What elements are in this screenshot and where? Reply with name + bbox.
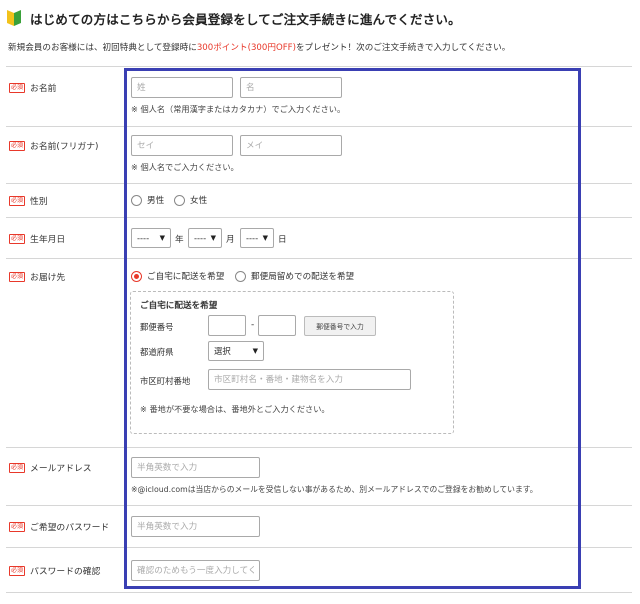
last-name-kana-input[interactable]: [131, 135, 233, 156]
point-highlight: 300ポイント(300円OFF): [196, 43, 296, 53]
delivery-home-radio[interactable]: ご自宅に配送を希望: [131, 270, 224, 282]
label-gender: 必須 性別: [9, 195, 48, 207]
row-divider: [6, 258, 632, 259]
prefecture-select[interactable]: 選択 ▼: [208, 341, 264, 361]
city-address-input[interactable]: [208, 369, 411, 390]
email-input[interactable]: [131, 457, 260, 478]
required-badge: 必須: [9, 271, 26, 282]
radio-circle[interactable]: [235, 270, 246, 282]
row-divider: [6, 505, 632, 506]
label-password: 必須 ご希望のパスワード: [9, 521, 110, 533]
row-divider: [6, 547, 632, 548]
required-badge: 必須: [9, 233, 26, 244]
page-title: はじめての方はこちらから会員登録をしてご注文手続きに進んでください。: [30, 11, 461, 27]
delivery-post-office-radio[interactable]: 郵便局留めでの配送を希望: [235, 270, 354, 282]
postal-code-first-input[interactable]: [208, 315, 246, 336]
furigana-note: ※ 個人名でご入力ください。: [131, 162, 239, 172]
required-badge: 必須: [9, 521, 26, 532]
required-badge: 必須: [9, 462, 26, 473]
email-note: ※@icloud.comは当店からのメールを受信しない事があるため、別メールアド…: [131, 485, 538, 494]
postal-code-second-input[interactable]: [258, 315, 296, 336]
chevron-down-icon: ▼: [252, 347, 258, 355]
row-divider: [6, 126, 632, 127]
year-unit: 年: [175, 235, 184, 245]
label-delivery: 必須 お届け先: [9, 271, 66, 283]
postal-lookup-button[interactable]: 郵便番号で入力: [304, 316, 376, 336]
required-badge: 必須: [9, 565, 26, 576]
postal-dash: -: [251, 320, 255, 330]
birth-day-select[interactable]: ---- ▼: [240, 228, 274, 248]
chevron-down-icon: ▼: [159, 234, 165, 242]
intro-text: 新規会員のお客様には、初回特典として登録時に300ポイント(300円OFF)をプ…: [8, 43, 511, 53]
radio-circle-selected[interactable]: [131, 270, 142, 282]
home-address-title: ご自宅に配送を希望: [140, 301, 218, 311]
radio-circle[interactable]: [131, 194, 142, 206]
city-label: 市区町村番地: [140, 376, 191, 386]
required-badge: 必須: [9, 82, 26, 93]
birth-year-select[interactable]: ---- ▼: [131, 228, 171, 248]
form-header: はじめての方はこちらから会員登録をしてご注文手続きに進んでください。: [6, 8, 461, 28]
month-unit: 月: [226, 235, 235, 245]
first-name-input[interactable]: [240, 77, 342, 98]
gender-female-radio[interactable]: 女性: [174, 194, 207, 206]
row-divider: [6, 592, 632, 593]
postal-code-label: 郵便番号: [140, 322, 174, 332]
radio-circle[interactable]: [174, 194, 185, 206]
beginner-mark-icon: [7, 10, 21, 26]
row-divider: [6, 447, 632, 448]
label-email: 必須 メールアドレス: [9, 462, 92, 474]
required-badge: 必須: [9, 140, 26, 151]
address-note: ※ 番地が不要な場合は、番地外とご入力ください。: [140, 404, 330, 414]
name-note: ※ 個人名（常用漢字またはカタカナ）でご入力ください。: [131, 104, 346, 114]
last-name-input[interactable]: [131, 77, 233, 98]
row-divider: [6, 217, 632, 218]
label-name: 必須 お名前: [9, 82, 57, 94]
first-name-kana-input[interactable]: [240, 135, 342, 156]
day-unit: 日: [278, 235, 287, 245]
required-badge: 必須: [9, 195, 26, 206]
label-password-confirm: 必須 パスワードの確認: [9, 565, 101, 577]
row-divider: [6, 66, 632, 67]
gender-male-radio[interactable]: 男性: [131, 194, 164, 206]
birth-month-select[interactable]: ---- ▼: [188, 228, 222, 248]
password-confirm-input[interactable]: [131, 560, 260, 581]
label-furigana: 必須 お名前(フリガナ): [9, 140, 99, 152]
chevron-down-icon: ▼: [210, 234, 216, 242]
chevron-down-icon: ▼: [262, 234, 268, 242]
password-input[interactable]: [131, 516, 260, 537]
row-divider: [6, 183, 632, 184]
label-birthdate: 必須 生年月日: [9, 233, 66, 245]
prefecture-label: 都道府県: [140, 347, 174, 357]
